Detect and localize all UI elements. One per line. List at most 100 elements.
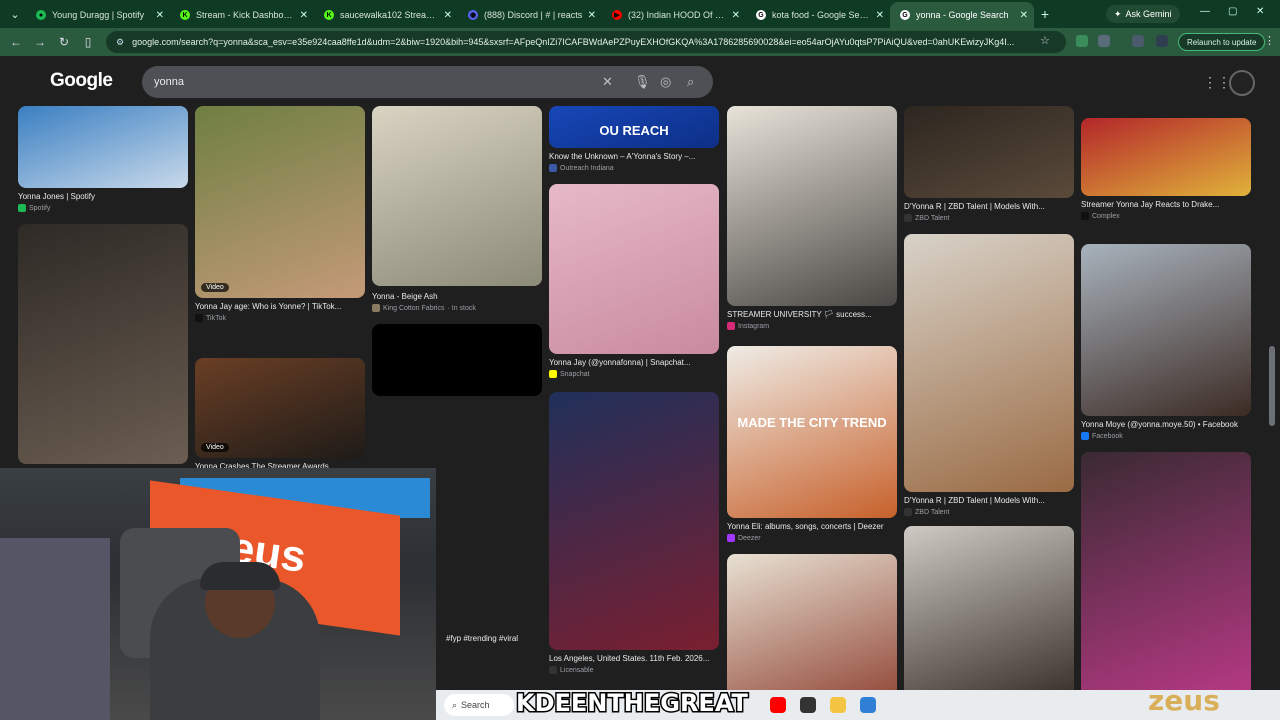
result-thumbnail[interactable] bbox=[904, 106, 1074, 198]
image-result-card[interactable]: STREAMER UNIVERSITY 🏳 success... Instagra… bbox=[727, 106, 897, 332]
result-thumbnail[interactable]: Video bbox=[195, 358, 365, 458]
image-result-card[interactable]: Yonna Jay (@yonnafonna) | Snapchat... Sna… bbox=[549, 184, 719, 380]
close-tab-icon[interactable]: ✕ bbox=[300, 10, 308, 21]
image-result-card[interactable]: Video Yonna Crashes The Streamer Awards..… bbox=[195, 358, 365, 484]
result-thumbnail[interactable] bbox=[1081, 452, 1251, 720]
voice-search-icon[interactable]: 🎙 bbox=[634, 74, 651, 90]
browser-menu-icon[interactable]: ⋮ bbox=[1264, 34, 1275, 47]
result-caption[interactable]: STREAMER UNIVERSITY 🏳 success... bbox=[727, 310, 897, 319]
page-scrollbar[interactable] bbox=[1266, 106, 1278, 720]
result-thumbnail[interactable]: Video bbox=[195, 106, 365, 298]
result-caption[interactable]: Streamer Yonna Jay Reacts to Drake... bbox=[1081, 200, 1251, 209]
chrome-taskbar-icon[interactable] bbox=[800, 697, 816, 713]
close-tab-icon[interactable]: ✕ bbox=[876, 10, 884, 21]
close-tab-icon[interactable]: ✕ bbox=[732, 10, 740, 21]
result-source[interactable]: Complex bbox=[1081, 212, 1251, 220]
result-caption[interactable]: D'Yonna R | ZBD Talent | Models With... bbox=[904, 202, 1074, 211]
back-arrow-icon[interactable]: ← bbox=[4, 35, 28, 49]
result-caption[interactable]: Yonna Jones | Spotify bbox=[18, 192, 188, 201]
result-caption[interactable]: Know the Unknown – A'Yonna's Story –... bbox=[549, 152, 719, 161]
image-result-card[interactable] bbox=[1081, 452, 1251, 720]
extension-icon[interactable] bbox=[1076, 35, 1088, 47]
browser-tab[interactable]: ◉ (888) Discord | # | reacts ✕ bbox=[458, 2, 602, 28]
image-result-card[interactable]: D'Yonna R | ZBD Talent | Models With... Z… bbox=[904, 106, 1074, 224]
image-result-card[interactable]: Streamer Yonna Jay Reacts to Drake... Com… bbox=[1081, 118, 1251, 222]
result-source[interactable]: TikTok bbox=[195, 314, 365, 322]
result-source[interactable]: Instagram bbox=[727, 322, 897, 330]
result-source[interactable]: Facebook bbox=[1081, 432, 1251, 440]
browser-tab[interactable]: K Stream - Kick Dashboard ✕ bbox=[170, 2, 314, 28]
google-apps-icon[interactable]: ⋮⋮ bbox=[1203, 74, 1231, 91]
close-window-icon[interactable]: ✕ bbox=[1256, 6, 1264, 17]
forward-arrow-icon[interactable]: → bbox=[28, 35, 52, 49]
site-info-icon[interactable]: ⚙ bbox=[116, 37, 124, 48]
result-thumbnail[interactable] bbox=[18, 224, 188, 464]
search-icon[interactable]: ⌕ bbox=[687, 74, 694, 90]
result-caption[interactable]: Yonna Moye (@yonna.moye.50) • Facebook bbox=[1081, 420, 1251, 429]
result-source[interactable]: ZBD Talent bbox=[904, 508, 1074, 516]
clear-search-icon[interactable]: ✕ bbox=[602, 74, 613, 90]
result-source[interactable]: Licensable bbox=[549, 666, 719, 674]
taskbar-search[interactable]: ⌕ Search bbox=[444, 694, 514, 716]
result-thumbnail[interactable]: MADE THE CITY TREND bbox=[727, 346, 897, 518]
reload-icon[interactable]: ↻ bbox=[52, 35, 76, 49]
google-logo[interactable]: Google bbox=[50, 70, 113, 92]
scrollbar-thumb[interactable] bbox=[1269, 346, 1275, 426]
result-thumbnail[interactable] bbox=[18, 106, 188, 188]
result-source[interactable]: Snapchat bbox=[549, 370, 719, 378]
image-result-card[interactable]: Yonna Jones | Spotify Spotify bbox=[18, 106, 188, 214]
minimize-icon[interactable]: — bbox=[1200, 6, 1210, 17]
result-source[interactable]: ZBD Talent bbox=[904, 214, 1074, 222]
image-result-card[interactable]: OU REACH Know the Unknown – A'Yonna's Sto… bbox=[549, 106, 719, 174]
result-thumbnail[interactable]: OU REACH bbox=[549, 106, 719, 148]
image-result-card[interactable] bbox=[372, 324, 542, 396]
close-tab-icon[interactable]: ✕ bbox=[1020, 10, 1028, 21]
image-result-card[interactable] bbox=[18, 224, 188, 464]
downloads-icon[interactable] bbox=[1156, 35, 1168, 47]
media-control-icon[interactable] bbox=[1132, 35, 1144, 47]
image-result-card[interactable]: Los Angeles, United States. 11th Feb. 20… bbox=[549, 392, 719, 676]
file-explorer-taskbar-icon[interactable] bbox=[830, 697, 846, 713]
browser-tab[interactable]: Gyonna - Google Search ✕ bbox=[890, 2, 1034, 28]
browser-tab[interactable]: Ksaucewalka102 Stream - Ki ✕ bbox=[314, 2, 458, 28]
image-result-card[interactable]: D'Yonna R | ZBD Talent | Models With... Z… bbox=[904, 234, 1074, 518]
tab-search-chevron-icon[interactable]: ⌄ bbox=[4, 4, 26, 24]
result-caption[interactable]: Los Angeles, United States. 11th Feb. 20… bbox=[549, 654, 719, 663]
result-source[interactable]: Deezer bbox=[727, 534, 897, 542]
address-bar[interactable]: ⚙ google.com/search?q=yonna&sca_esv=e35e… bbox=[106, 31, 1066, 53]
image-result-card[interactable]: Video Yonna Jay age: Who is Yonne? | TikT… bbox=[195, 106, 365, 324]
close-tab-icon[interactable]: ✕ bbox=[588, 10, 596, 21]
result-caption[interactable]: Yonna Jay age: Who is Yonne? | TikTok... bbox=[195, 302, 365, 311]
avatar[interactable] bbox=[1229, 70, 1255, 96]
image-result-card[interactable]: Yonna - Beige Ash King Cotton Fabrics · In… bbox=[372, 106, 542, 312]
image-result-card[interactable]: Yonna Moye (@yonna.moye.50) • Facebook Fa… bbox=[1081, 244, 1251, 442]
search-box[interactable]: ✕ 🎙 ◎ ⌕ bbox=[142, 66, 713, 98]
result-thumbnail[interactable] bbox=[549, 392, 719, 650]
close-tab-icon[interactable]: ✕ bbox=[444, 10, 452, 21]
browser-tab[interactable]: ▶ (32) Indian HOOD Of Durb ✕ bbox=[602, 2, 746, 28]
search-input[interactable] bbox=[154, 76, 584, 88]
result-source[interactable]: Outreach Indiana bbox=[549, 164, 719, 172]
result-thumbnail[interactable] bbox=[904, 234, 1074, 492]
result-source[interactable]: Spotify bbox=[18, 204, 188, 212]
ask-gemini-button[interactable]: ✦ Ask Gemini bbox=[1106, 5, 1180, 23]
browser-tab[interactable]: ● Young Duragg | Spotify ✕ bbox=[26, 2, 170, 28]
result-source[interactable]: King Cotton Fabrics · In stock bbox=[372, 304, 542, 312]
close-tab-icon[interactable]: ✕ bbox=[156, 10, 164, 21]
result-thumbnail[interactable] bbox=[372, 106, 542, 286]
result-caption[interactable]: Yonna - Beige Ash bbox=[372, 292, 542, 301]
result-thumbnail[interactable] bbox=[1081, 118, 1251, 196]
bookmark-star-icon[interactable]: ☆ bbox=[1040, 34, 1050, 47]
result-thumbnail[interactable] bbox=[1081, 244, 1251, 416]
side-panel-icon[interactable]: ▯ bbox=[76, 35, 100, 49]
result-thumbnail[interactable] bbox=[372, 324, 542, 396]
result-caption[interactable]: Yonna Eli: albums, songs, concerts | Dee… bbox=[727, 522, 897, 531]
new-tab-button[interactable]: + bbox=[1034, 6, 1056, 22]
maximize-icon[interactable]: ▢ bbox=[1228, 6, 1237, 17]
puzzle-extensions-icon[interactable] bbox=[1098, 35, 1110, 47]
image-result-card[interactable]: MADE THE CITY TREND Yonna Eli: albums, so… bbox=[727, 346, 897, 544]
result-caption[interactable]: Yonna Jay (@yonnafonna) | Snapchat... bbox=[549, 358, 719, 367]
result-thumbnail[interactable] bbox=[549, 184, 719, 354]
youtube-taskbar-icon[interactable] bbox=[770, 697, 786, 713]
app-taskbar-icon[interactable] bbox=[860, 697, 876, 713]
